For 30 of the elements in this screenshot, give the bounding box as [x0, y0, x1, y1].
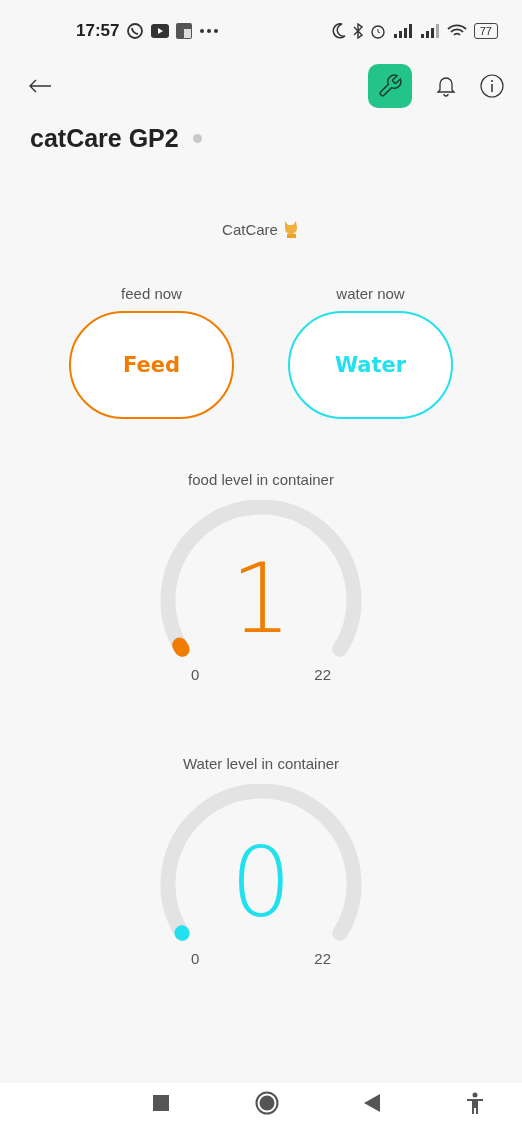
feed-button[interactable]: Feed [69, 311, 234, 419]
more-icon [199, 28, 220, 34]
wrench-icon [377, 73, 403, 99]
gauge-title: food level in container [188, 471, 334, 488]
button-caption: feed now [121, 285, 182, 302]
alarm-icon [369, 23, 386, 39]
gauge-value: 0 [230, 827, 292, 939]
dashboard-title: CatCare [222, 220, 278, 238]
home-nav-icon[interactable] [254, 1091, 279, 1115]
gauge-max: 22 [314, 666, 331, 683]
accessibility-icon[interactable] [465, 1092, 484, 1114]
video-icon [151, 24, 170, 38]
gauge-min: 0 [191, 950, 200, 967]
info-button[interactable] [480, 74, 504, 98]
wrench-button[interactable] [368, 64, 412, 108]
bell-button[interactable] [434, 74, 458, 98]
gauge-min: 0 [191, 666, 200, 683]
bluetooth-icon [352, 23, 363, 39]
clock: 17:57 [76, 21, 120, 41]
gauge-max: 22 [314, 950, 331, 967]
button-caption: water now [336, 285, 405, 302]
signal-icon [392, 24, 413, 38]
moon-icon [331, 23, 346, 39]
water-button[interactable]: Water [288, 311, 453, 419]
device-title: catCare GP2 [30, 124, 179, 153]
gauge-title: Water level in container [182, 755, 340, 772]
battery-indicator: 77 [473, 23, 498, 39]
back-nav-icon[interactable] [364, 1094, 381, 1112]
gauge-value: 1 [230, 543, 292, 655]
signal-icon [419, 24, 440, 38]
